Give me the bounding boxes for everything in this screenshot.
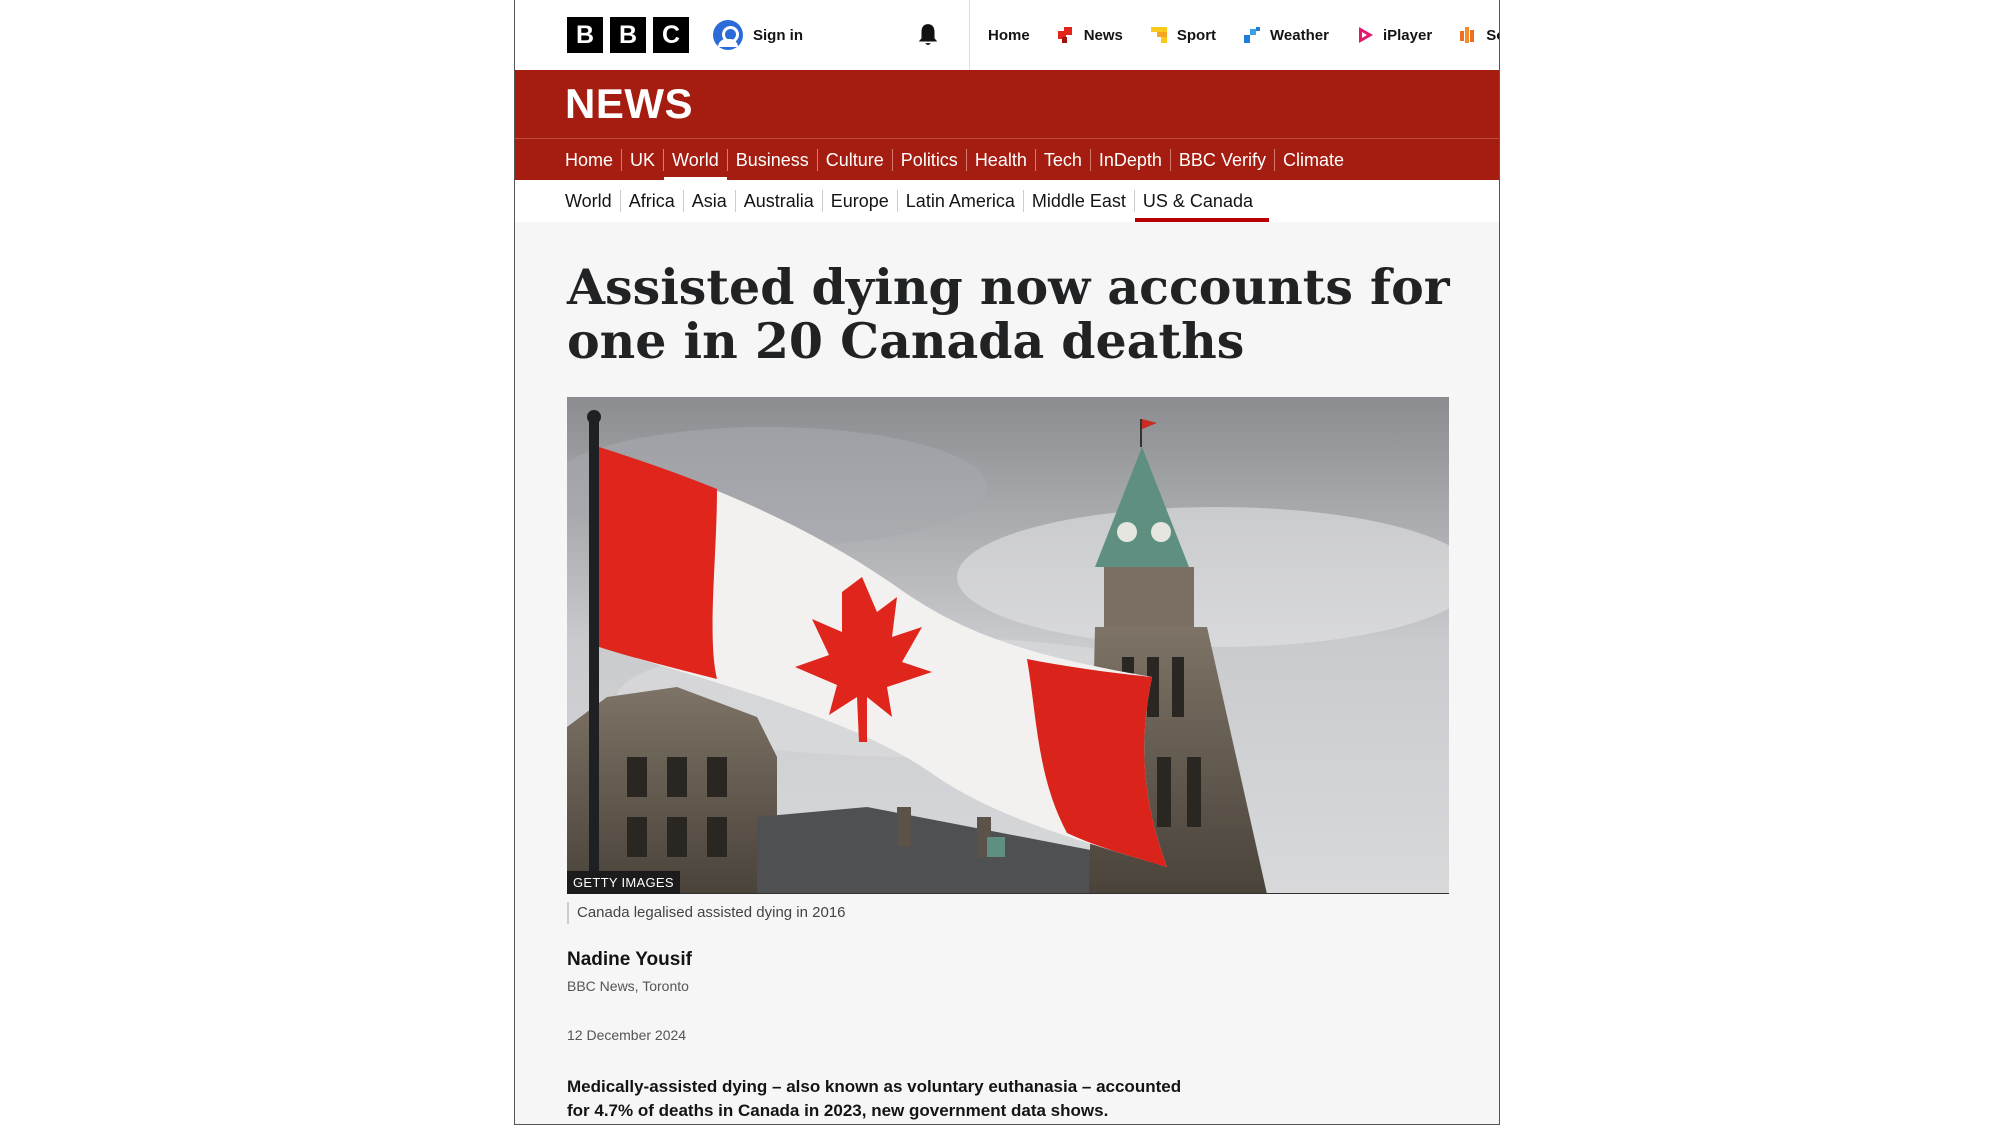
browser-page: B B C Sign in Home News Sport Weather iP… bbox=[514, 0, 1500, 1125]
subnav-asia[interactable]: Asia bbox=[682, 190, 735, 212]
mainnav-tech[interactable]: Tech bbox=[1034, 148, 1090, 171]
weather-icon bbox=[1244, 27, 1261, 43]
mainnav-health[interactable]: Health bbox=[965, 148, 1035, 171]
image-credit: GETTY IMAGES bbox=[567, 871, 680, 894]
world-sub-nav: World Africa Asia Australia Europe Latin… bbox=[515, 180, 1499, 222]
subnav-europe[interactable]: Europe bbox=[821, 190, 897, 212]
publish-date: 12 December 2024 bbox=[567, 1027, 687, 1043]
news-banner: NEWS bbox=[515, 70, 1499, 138]
topnav-sounds-label: So bbox=[1486, 26, 1499, 44]
topnav-weather-label: Weather bbox=[1270, 26, 1329, 44]
hero-image: GETTY IMAGES bbox=[567, 397, 1449, 894]
bbc-top-bar: B B C Sign in Home News Sport Weather iP… bbox=[515, 0, 1499, 70]
topnav-home-label: Home bbox=[988, 26, 1030, 44]
subnav-world[interactable]: World bbox=[565, 190, 620, 212]
mainnav-culture[interactable]: Culture bbox=[816, 148, 892, 171]
sign-in-button[interactable]: Sign in bbox=[713, 20, 803, 50]
mainnav-politics[interactable]: Politics bbox=[891, 148, 966, 171]
article-lede: Medically-assisted dying – also known as… bbox=[567, 1077, 1182, 1120]
mainnav-bbc-verify[interactable]: BBC Verify bbox=[1169, 148, 1274, 171]
topnav-home[interactable]: Home bbox=[988, 27, 1030, 44]
author-role: BBC News, Toronto bbox=[567, 978, 689, 994]
news-wordmark[interactable]: NEWS bbox=[565, 80, 693, 128]
subnav-latin-america[interactable]: Latin America bbox=[896, 190, 1023, 212]
sport-icon bbox=[1150, 27, 1167, 43]
subnav-africa[interactable]: Africa bbox=[619, 190, 683, 212]
bell-icon[interactable] bbox=[915, 22, 941, 48]
mainnav-home[interactable]: Home bbox=[565, 149, 621, 171]
topnav-sport-label: Sport bbox=[1176, 26, 1217, 44]
article-headline: Assisted dying now accounts for one in 2… bbox=[567, 258, 1450, 370]
mainnav-climate[interactable]: Climate bbox=[1273, 148, 1352, 171]
image-caption: Canada legalised assisted dying in 2016 bbox=[567, 902, 846, 924]
top-navigation: Home News Sport Weather iPlayer S bbox=[969, 0, 1499, 70]
mainnav-world[interactable]: World bbox=[663, 148, 727, 181]
topnav-iplayer[interactable]: iPlayer bbox=[1355, 25, 1432, 45]
topnav-sounds[interactable]: So bbox=[1458, 25, 1499, 45]
subnav-us-canada[interactable]: US & Canada bbox=[1133, 190, 1270, 222]
bbc-logo[interactable]: B B C bbox=[567, 17, 689, 53]
sounds-icon bbox=[1460, 27, 1475, 43]
user-icon bbox=[713, 20, 743, 50]
topnav-sport[interactable]: Sport bbox=[1149, 25, 1216, 45]
topnav-weather[interactable]: Weather bbox=[1242, 25, 1329, 45]
iplayer-icon bbox=[1358, 27, 1373, 43]
mainnav-business[interactable]: Business bbox=[726, 148, 817, 171]
main-section-nav: Home UK World Business Culture Politics … bbox=[515, 138, 1499, 181]
topnav-news-label: News bbox=[1083, 26, 1123, 44]
logo-block-c: C bbox=[653, 17, 689, 53]
canada-flag-parliament-photo bbox=[567, 397, 1449, 894]
mainnav-indepth[interactable]: InDepth bbox=[1089, 148, 1170, 171]
topnav-iplayer-label: iPlayer bbox=[1382, 26, 1433, 44]
logo-block-b1: B bbox=[567, 17, 603, 53]
topnav-news[interactable]: News bbox=[1056, 25, 1123, 45]
author-name[interactable]: Nadine Yousif bbox=[567, 949, 692, 971]
news-icon bbox=[1057, 27, 1072, 43]
sign-in-label: Sign in bbox=[753, 26, 803, 44]
mainnav-uk[interactable]: UK bbox=[621, 148, 663, 171]
subnav-middle-east[interactable]: Middle East bbox=[1022, 190, 1134, 212]
logo-block-b2: B bbox=[610, 17, 646, 53]
subnav-australia[interactable]: Australia bbox=[734, 190, 822, 212]
